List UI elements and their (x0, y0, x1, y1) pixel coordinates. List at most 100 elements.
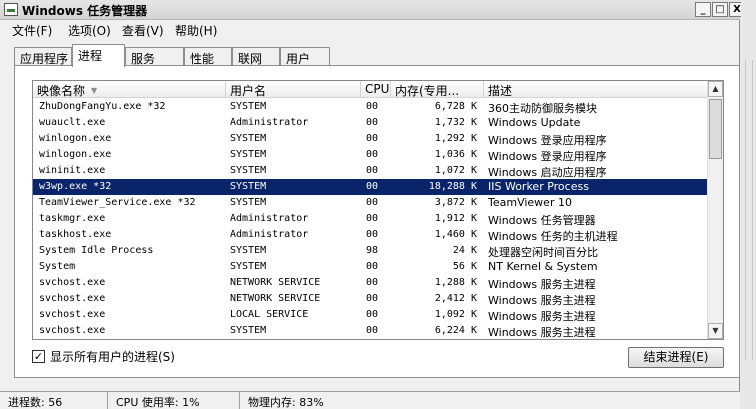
column-description[interactable]: 描述 (484, 81, 709, 98)
process-image-name: svchost.exe (39, 293, 106, 304)
process-row[interactable]: svchost.exe NETWORK SERVICE 00 1,288 K Windo… (33, 275, 709, 291)
process-user-name: SYSTEM (230, 181, 267, 192)
process-user-name: SYSTEM (230, 101, 267, 112)
process-user-name: SYSTEM (230, 165, 267, 176)
process-row[interactable]: svchost.exe LOCAL SERVICE 00 1,092 K Windows… (33, 307, 709, 323)
process-memory: 24 K (452, 245, 477, 256)
process-rows: ZhuDongFangYu.exe *32 SYSTEM 00 6,728 K 360主… (33, 99, 709, 339)
process-cpu: 00 (366, 197, 379, 208)
process-image-name: taskhost.exe (39, 229, 112, 240)
process-list[interactable]: 映像名称 ▼ 用户名 CPU 内存(专用... 描述 ZhuDongFangYu.… (32, 80, 724, 340)
process-row[interactable]: ZhuDongFangYu.exe *32 SYSTEM 00 6,728 K 360主… (33, 99, 709, 115)
process-row[interactable]: System SYSTEM 00 56 K NT Kernel & System (33, 259, 709, 275)
column-image-name-label: 映像名称 (37, 84, 86, 98)
menu-help[interactable]: 帮助(H) (175, 22, 217, 39)
vertical-scrollbar[interactable]: ▲ ▼ (707, 81, 723, 339)
process-row-selected[interactable]: w3wp.exe *32 SYSTEM 00 18,288 K IIS Worker P… (33, 179, 709, 195)
column-cpu[interactable]: CPU (361, 81, 391, 98)
status-physical-memory: 物理内存: 83% (248, 396, 324, 409)
process-image-name: TeamViewer_Service.exe *32 (39, 197, 196, 208)
process-description: Windows 服务主进程 (488, 278, 596, 291)
menu-options[interactable]: 选项(O) (68, 22, 111, 39)
process-row[interactable]: taskhost.exe Administrator 00 1,460 K Window… (33, 227, 709, 243)
tab-networking[interactable]: 联网 (232, 47, 280, 66)
process-row[interactable]: TeamViewer_Service.exe *32 SYSTEM 00 3,872 … (33, 195, 709, 211)
title-bar[interactable]: Windows 任务管理器 _ □ X (0, 0, 745, 20)
process-user-name: NETWORK SERVICE (230, 277, 321, 288)
show-all-users-option[interactable]: ✓ 显示所有用户的进程(S) (32, 348, 175, 365)
show-all-users-checkbox[interactable]: ✓ (32, 350, 45, 363)
process-memory: 1,292 K (434, 133, 477, 144)
menu-bar: 文件(F) 选项(O) 查看(V) 帮助(H) (0, 21, 740, 39)
process-description: Windows 任务管理器 (488, 214, 596, 227)
status-process-count: 进程数: 56 (0, 392, 108, 409)
process-row[interactable]: System Idle Process SYSTEM 98 24 K 处理器空闲时间百分… (33, 243, 709, 259)
process-image-name: winlogon.exe (39, 133, 112, 144)
process-user-name: Administrator (230, 213, 309, 224)
process-cpu: 00 (366, 229, 379, 240)
process-description: Windows 登录应用程序 (488, 150, 607, 163)
desktop-decoration (745, 60, 753, 360)
process-memory: 18,288 K (428, 181, 477, 192)
process-description: Windows 登录应用程序 (488, 134, 607, 147)
end-process-button[interactable]: 结束进程(E) (628, 347, 724, 368)
column-image-name[interactable]: 映像名称 ▼ (33, 81, 226, 98)
menu-file[interactable]: 文件(F) (12, 22, 52, 39)
process-description: Windows 服务主进程 (488, 310, 596, 323)
maximize-button[interactable]: □ (712, 2, 728, 17)
task-manager-window: Windows 任务管理器 _ □ X 文件(F) 选项(O) 查看(V) 帮助… (0, 0, 745, 409)
process-row[interactable]: winlogon.exe SYSTEM 00 1,036 K Windows 登录应用程… (33, 147, 709, 163)
process-list-header: 映像名称 ▼ 用户名 CPU 内存(专用... 描述 (33, 81, 709, 98)
column-user-name[interactable]: 用户名 (226, 81, 361, 98)
process-row[interactable]: winlogon.exe SYSTEM 00 1,292 K Windows 登录应用程… (33, 131, 709, 147)
desktop-background (741, 0, 756, 409)
process-memory: 6,224 K (434, 325, 477, 336)
process-memory: 1,288 K (434, 277, 477, 288)
process-description: Windows 任务的主机进程 (488, 230, 618, 243)
tab-processes[interactable]: 进程 (72, 44, 125, 67)
process-cpu: 00 (366, 261, 379, 272)
process-cpu: 00 (366, 309, 379, 320)
scroll-thumb[interactable] (709, 99, 722, 159)
tab-services[interactable]: 服务 (125, 47, 184, 66)
scroll-up-button[interactable]: ▲ (708, 81, 723, 97)
process-row[interactable]: svchost.exe NETWORK SERVICE 00 2,412 K Windo… (33, 291, 709, 307)
process-user-name: NETWORK SERVICE (230, 293, 321, 304)
process-image-name: wininit.exe (39, 165, 106, 176)
process-memory: 56 K (452, 261, 477, 272)
process-row[interactable]: taskmgr.exe Administrator 00 1,912 K Windows… (33, 211, 709, 227)
process-cpu: 00 (366, 165, 379, 176)
process-memory: 6,728 K (434, 101, 477, 112)
process-user-name: Administrator (230, 229, 309, 240)
process-memory: 3,872 K (434, 197, 477, 208)
process-description: 360主动防御服务模块 (488, 102, 597, 115)
process-row[interactable]: wuauclt.exe Administrator 00 1,732 K Windows… (33, 115, 709, 131)
menu-view[interactable]: 查看(V) (122, 22, 164, 39)
process-row[interactable]: svchost.exe SYSTEM 00 6,224 K Windows 服务主进程 (33, 323, 709, 339)
process-description: IIS Worker Process (488, 180, 589, 193)
tab-performance[interactable]: 性能 (184, 47, 232, 66)
process-description: TeamViewer 10 (488, 196, 572, 209)
process-user-name: LOCAL SERVICE (230, 309, 309, 320)
process-cpu: 98 (366, 245, 379, 256)
process-cpu: 00 (366, 277, 379, 288)
process-description: 处理器空闲时间百分比 (488, 246, 598, 259)
process-user-name: SYSTEM (230, 325, 267, 336)
process-image-name: svchost.exe (39, 325, 106, 336)
tab-applications[interactable]: 应用程序 (14, 47, 72, 66)
scroll-down-button[interactable]: ▼ (708, 323, 723, 339)
process-cpu: 00 (366, 117, 379, 128)
process-description: NT Kernel & System (488, 260, 598, 273)
process-memory: 1,460 K (434, 229, 477, 240)
tab-users[interactable]: 用户 (280, 47, 330, 66)
process-memory: 1,036 K (434, 149, 477, 160)
process-image-name: System (39, 261, 76, 272)
column-memory[interactable]: 内存(专用... (391, 81, 484, 98)
show-all-users-label: 显示所有用户的进程(S) (50, 350, 175, 364)
process-image-name: System Idle Process (39, 245, 154, 256)
process-cpu: 00 (366, 133, 379, 144)
process-user-name: SYSTEM (230, 261, 267, 272)
process-cpu: 00 (366, 101, 379, 112)
minimize-button[interactable]: _ (695, 2, 711, 17)
process-row[interactable]: wininit.exe SYSTEM 00 1,072 K Windows 启动应用程序 (33, 163, 709, 179)
